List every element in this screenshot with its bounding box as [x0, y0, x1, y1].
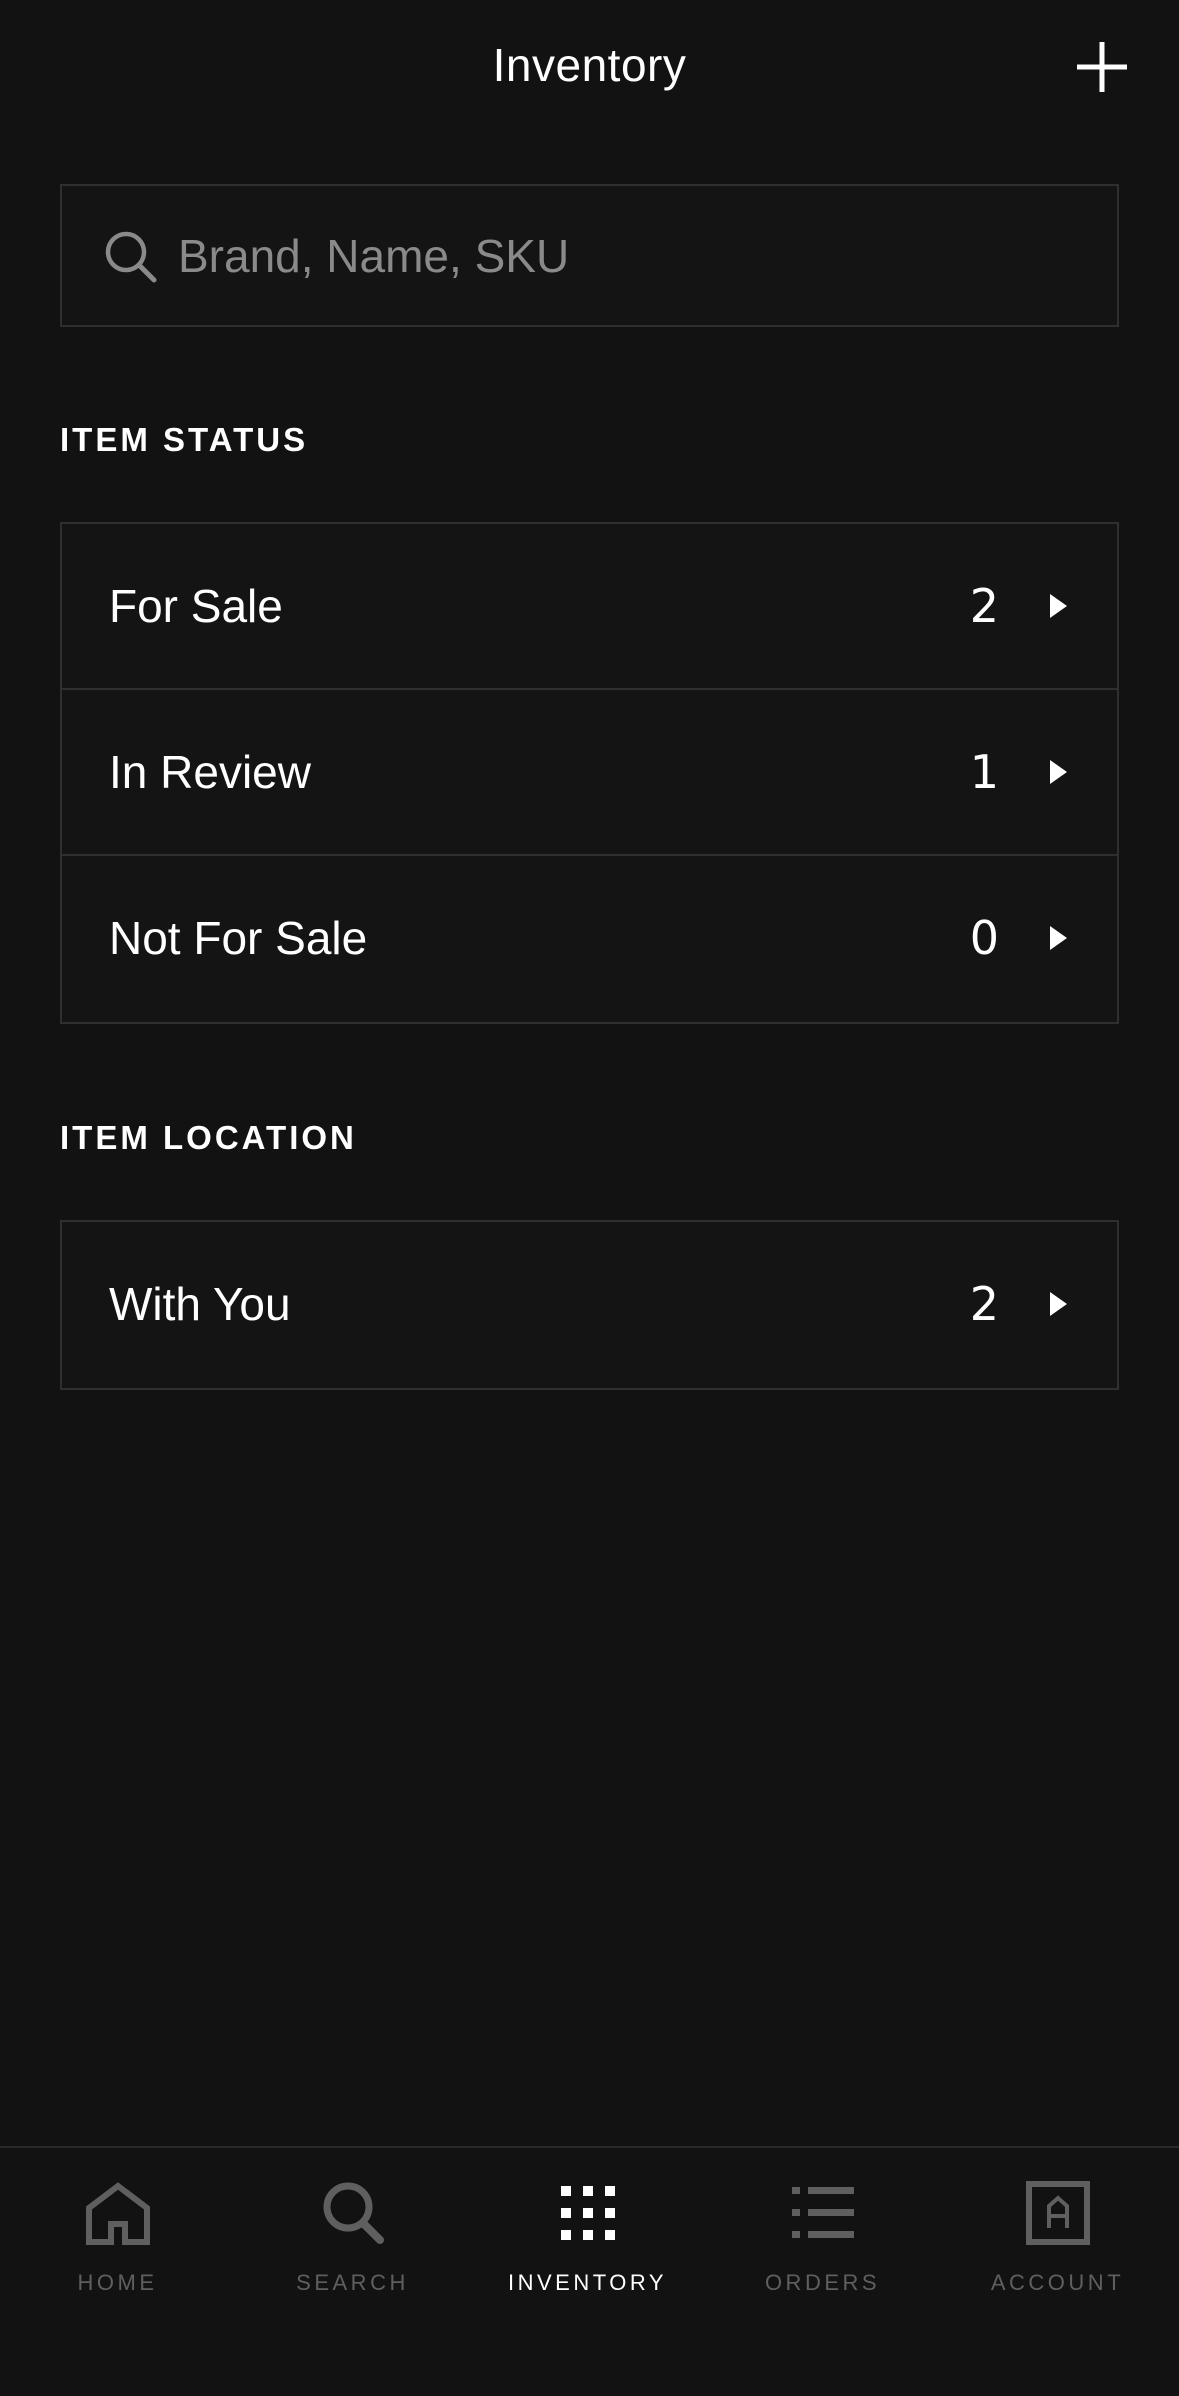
nav-orders[interactable]: ORDERS: [705, 2148, 940, 2396]
nav-label: SEARCH: [296, 2270, 409, 2295]
location-row-with-you[interactable]: With You 2: [62, 1222, 1117, 1388]
status-row-in-review[interactable]: In Review 1: [62, 690, 1117, 856]
row-label: In Review: [109, 746, 311, 798]
row-count: 2: [969, 579, 999, 633]
row-label: Not For Sale: [109, 912, 368, 964]
chevron-right-icon: [1050, 760, 1067, 784]
search-bar[interactable]: [60, 184, 1119, 327]
list-icon: [791, 2187, 854, 2238]
row-count: 2: [969, 1277, 999, 1331]
bottom-nav: HOME SEARCH INVENTORY ORDERS ACCOUNT: [0, 2146, 1179, 2396]
chevron-right-icon: [1050, 594, 1067, 618]
status-row-for-sale[interactable]: For Sale 2: [62, 524, 1117, 690]
search-icon: [105, 231, 157, 283]
nav-label: HOME: [77, 2270, 158, 2295]
nav-account[interactable]: ACCOUNT: [940, 2148, 1175, 2396]
inventory-screen: Inventory ITEM STATUS For Sale 2 In Revi…: [0, 0, 1179, 2396]
plus-icon: [1077, 42, 1127, 92]
nav-inventory[interactable]: INVENTORY: [470, 2148, 705, 2396]
grid-icon: [560, 2186, 615, 2240]
status-row-not-for-sale[interactable]: Not For Sale 0: [62, 856, 1117, 1022]
search-input[interactable]: [178, 186, 1097, 325]
item-status-heading: ITEM STATUS: [60, 421, 309, 458]
row-label: With You: [109, 1278, 291, 1330]
chevron-right-icon: [1050, 1292, 1067, 1316]
row-count: 0: [969, 911, 999, 965]
row-label: For Sale: [109, 580, 283, 632]
page-title: Inventory: [492, 39, 687, 91]
account-icon: [1025, 2181, 1090, 2245]
chevron-right-icon: [1050, 926, 1067, 950]
header: Inventory: [0, 0, 1179, 135]
nav-label: ACCOUNT: [990, 2270, 1125, 2295]
home-icon: [85, 2182, 150, 2245]
search-icon: [323, 2182, 384, 2244]
item-location-heading: ITEM LOCATION: [60, 1119, 357, 1156]
nav-label: INVENTORY: [507, 2270, 668, 2295]
row-count: 1: [969, 745, 999, 799]
add-item-button[interactable]: [1075, 40, 1129, 94]
nav-label: ORDERS: [764, 2270, 881, 2295]
item-status-list: For Sale 2 In Review 1 Not For Sale 0: [60, 522, 1119, 1024]
nav-home[interactable]: HOME: [0, 2148, 235, 2396]
item-location-list: With You 2: [60, 1220, 1119, 1390]
nav-search[interactable]: SEARCH: [235, 2148, 470, 2396]
